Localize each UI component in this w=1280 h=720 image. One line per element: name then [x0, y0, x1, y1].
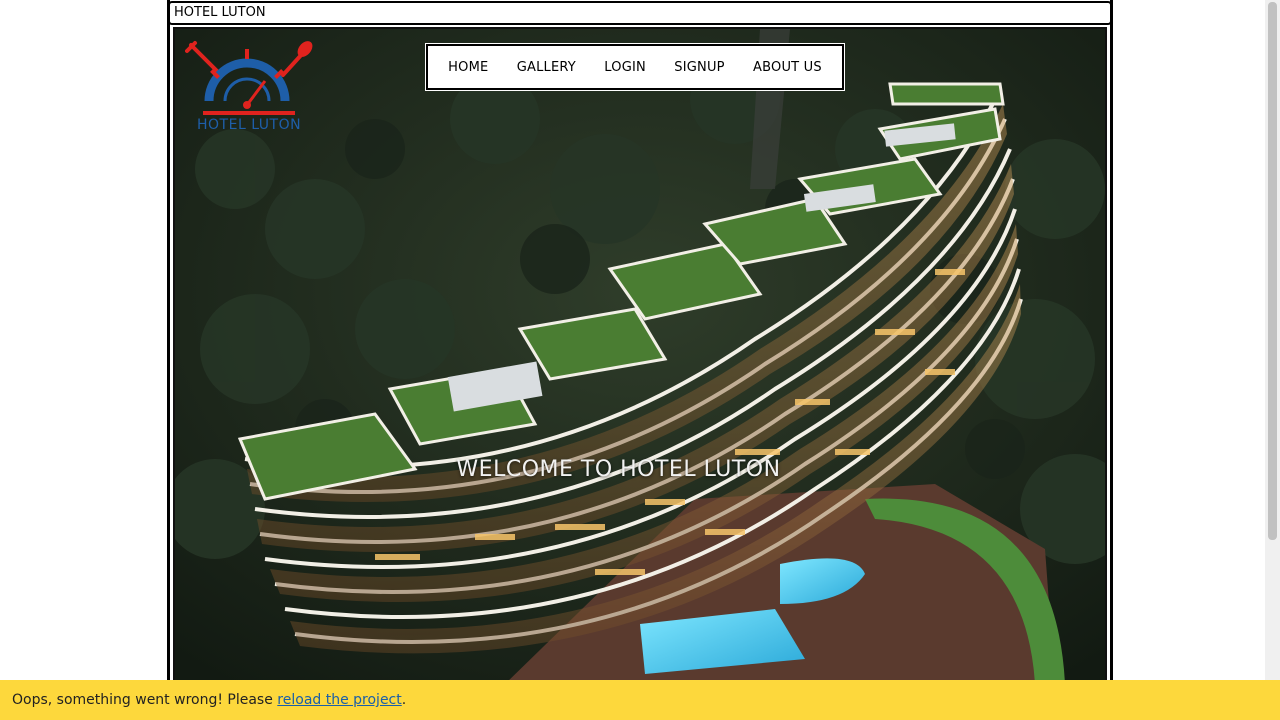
- reload-project-link[interactable]: reload the project: [277, 692, 401, 708]
- error-banner: Oops, something went wrong! Please reloa…: [0, 680, 1280, 720]
- nav-gallery[interactable]: GALLERY: [517, 60, 576, 75]
- nav-about-us[interactable]: ABOUT US: [753, 60, 822, 75]
- nav-login[interactable]: LOGIN: [604, 60, 646, 75]
- welcome-heading: WELCOME TO HOTEL LUTON: [456, 457, 781, 482]
- main-nav: HOME GALLERY LOGIN SIGNUP ABOUT US: [426, 44, 844, 90]
- nav-signup[interactable]: SIGNUP: [674, 60, 724, 75]
- hero-section: HOTEL LUTON HOME GALLERY LOGIN SIGNUP AB…: [173, 27, 1107, 682]
- fork-icon: [185, 41, 219, 73]
- nav-home[interactable]: HOME: [448, 60, 488, 75]
- site-title-bar: HOTEL LUTON: [168, 1, 1112, 25]
- spoon-icon: [281, 41, 313, 77]
- scrollbar-thumb[interactable]: [1268, 2, 1277, 540]
- error-suffix: .: [401, 692, 407, 708]
- logo-text: HOTEL LUTON: [197, 117, 302, 133]
- site-title: HOTEL LUTON: [174, 5, 266, 20]
- vertical-scrollbar[interactable]: [1265, 0, 1280, 680]
- error-message: Oops, something went wrong! Please: [12, 692, 278, 708]
